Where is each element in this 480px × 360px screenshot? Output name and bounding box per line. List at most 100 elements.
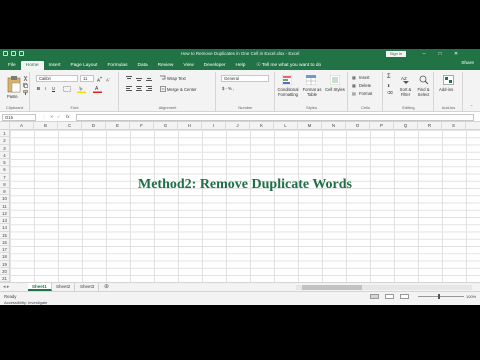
number-format-buttons[interactable]: $ - % , xyxy=(222,86,234,91)
row-header[interactable]: 12 xyxy=(0,209,10,217)
zoom-slider-knob[interactable] xyxy=(438,294,440,299)
font-name-select[interactable]: Calibri xyxy=(36,75,78,82)
insert-function-button[interactable]: fx xyxy=(66,114,70,119)
copy-icon[interactable] xyxy=(23,83,28,88)
column-header[interactable]: B xyxy=(34,122,58,130)
sheet-tab-sheet1[interactable]: Sheet1 xyxy=(28,283,52,291)
name-box[interactable]: O15 xyxy=(2,114,36,121)
tab-page-layout[interactable]: Page Layout xyxy=(66,61,103,70)
row-header[interactable]: 19 xyxy=(0,260,10,268)
row-header[interactable]: 6 xyxy=(0,166,10,174)
select-all-corner[interactable] xyxy=(0,122,10,130)
add-sheet-icon[interactable]: ⊕ xyxy=(104,283,109,291)
column-header[interactable]: E xyxy=(106,122,130,130)
formula-input[interactable] xyxy=(76,114,474,121)
fill-color-icon[interactable] xyxy=(77,85,86,93)
format-cells-button[interactable]: Format xyxy=(359,91,372,96)
zoom-level[interactable]: 100% xyxy=(466,294,476,299)
tab-home[interactable]: Home xyxy=(20,61,44,70)
row-header[interactable]: 1 xyxy=(0,130,10,138)
tab-view[interactable]: View xyxy=(178,61,198,70)
sheet-tab-sheet3[interactable]: Sheet3 xyxy=(76,283,100,291)
borders-icon[interactable] xyxy=(63,86,71,92)
tab-insert[interactable]: Insert xyxy=(44,61,66,70)
vertical-align-icons[interactable] xyxy=(126,76,156,82)
add-ins-button[interactable]: Add-ins xyxy=(439,87,453,92)
column-header[interactable]: J xyxy=(226,122,250,130)
row-header[interactable]: 9 xyxy=(0,188,10,196)
row-header[interactable]: 8 xyxy=(0,180,10,188)
number-format-select[interactable]: General xyxy=(221,75,269,82)
tab-review[interactable]: Review xyxy=(153,61,179,70)
row-header[interactable]: 7 xyxy=(0,173,10,181)
confirm-entry-icon[interactable]: ✓ xyxy=(57,114,61,119)
column-header[interactable]: M xyxy=(298,122,322,130)
conditional-formatting-button[interactable]: Conditional Formatting xyxy=(277,87,299,97)
tell-me-search[interactable]: ☉ Tell me what you want to do xyxy=(250,61,321,70)
column-header[interactable]: D xyxy=(82,122,106,130)
column-header[interactable]: K xyxy=(250,122,274,130)
row-header[interactable]: 3 xyxy=(0,144,10,152)
minimize-button[interactable]: – xyxy=(416,50,432,58)
sort-filter-button[interactable]: Sort & Filter xyxy=(397,87,414,97)
column-header[interactable]: C xyxy=(58,122,82,130)
row-header[interactable]: 14 xyxy=(0,224,10,232)
autosum-button[interactable]: Σ xyxy=(387,74,391,80)
row-header[interactable]: 18 xyxy=(0,253,10,261)
paste-button[interactable]: Paste xyxy=(7,94,18,99)
wrap-text-button[interactable]: Wrap Text xyxy=(167,76,186,81)
cut-icon[interactable] xyxy=(23,76,28,81)
cell-styles-button[interactable]: Cell Styles xyxy=(325,87,345,92)
row-header[interactable]: 10 xyxy=(0,195,10,203)
row-header[interactable]: 13 xyxy=(0,217,10,225)
font-size-select[interactable]: 11 xyxy=(80,75,94,82)
format-painter-icon[interactable] xyxy=(23,90,28,95)
column-header[interactable]: H xyxy=(178,122,202,130)
column-header[interactable]: R xyxy=(418,122,442,130)
zoom-slider[interactable] xyxy=(418,296,464,297)
sheet-nav-arrows-icon[interactable]: ◂ ▸ xyxy=(3,284,9,290)
tab-help[interactable]: Help xyxy=(231,61,251,70)
horizontal-scrollbar[interactable] xyxy=(296,285,472,290)
maximize-button[interactable]: □ xyxy=(432,50,448,58)
row-header[interactable]: 4 xyxy=(0,151,10,159)
row-header[interactable]: 5 xyxy=(0,159,10,167)
close-button[interactable]: ✕ xyxy=(448,50,464,58)
row-header[interactable]: 2 xyxy=(0,137,10,145)
cancel-entry-icon[interactable]: ✕ xyxy=(50,114,54,119)
column-header[interactable]: O xyxy=(346,122,370,130)
find-select-button[interactable]: Find & Select xyxy=(415,87,432,97)
grow-font-icon[interactable]: A+ xyxy=(97,76,102,82)
column-header[interactable]: Q xyxy=(394,122,418,130)
bold-button[interactable]: B xyxy=(37,86,40,91)
scrollbar-thumb[interactable] xyxy=(302,285,362,290)
horizontal-align-icons[interactable] xyxy=(126,86,156,92)
column-header[interactable]: A xyxy=(10,122,34,130)
row-header[interactable]: 20 xyxy=(0,267,10,275)
normal-view-icon[interactable] xyxy=(370,294,379,299)
tab-data[interactable]: Data xyxy=(132,61,152,70)
row-header[interactable]: 16 xyxy=(0,238,10,246)
row-header[interactable]: 11 xyxy=(0,202,10,210)
column-header[interactable]: G xyxy=(154,122,178,130)
tab-file[interactable]: File xyxy=(3,61,21,70)
tab-developer[interactable]: Developer xyxy=(199,61,231,70)
italic-button[interactable]: I xyxy=(45,86,46,91)
clear-icon[interactable]: ⌫ xyxy=(387,90,393,95)
cell-area[interactable] xyxy=(10,130,480,282)
sheet-tab-sheet2[interactable]: Sheet2 xyxy=(52,283,76,291)
column-header[interactable]: L xyxy=(274,122,298,130)
insert-cells-button[interactable]: Insert xyxy=(359,75,369,80)
delete-cells-button[interactable]: Delete xyxy=(359,83,371,88)
tab-formulas[interactable]: Formulas xyxy=(102,61,132,70)
column-header[interactable]: N xyxy=(322,122,346,130)
column-header[interactable]: I xyxy=(202,122,226,130)
format-as-table-button[interactable]: Format as Table xyxy=(301,87,323,97)
row-header[interactable]: 17 xyxy=(0,246,10,254)
row-header[interactable]: 15 xyxy=(0,231,10,239)
collapse-ribbon-icon[interactable]: ⌃ xyxy=(470,104,474,109)
row-header[interactable]: 21 xyxy=(0,275,10,282)
font-color-icon[interactable]: A xyxy=(93,85,102,93)
shrink-font-icon[interactable]: A- xyxy=(106,76,110,82)
merge-center-button[interactable]: Merge & Center xyxy=(167,87,197,92)
